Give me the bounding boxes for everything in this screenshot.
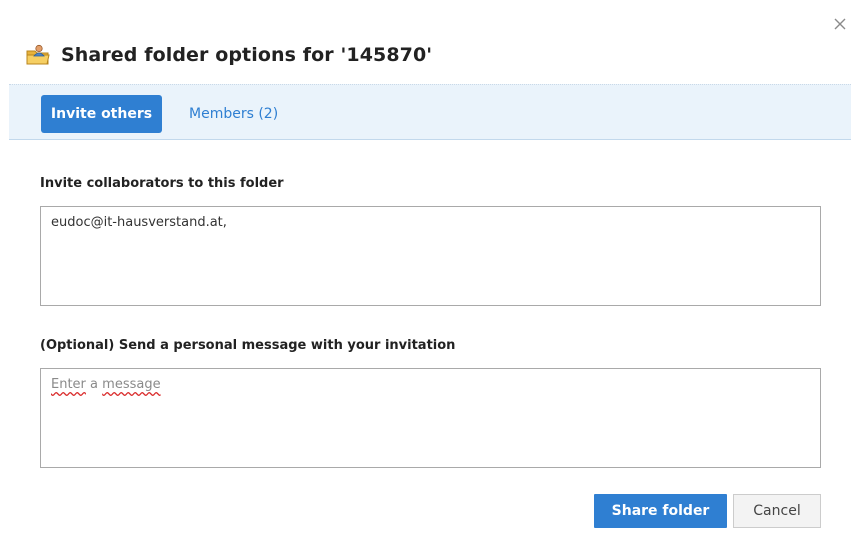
close-button[interactable]: [832, 16, 848, 32]
close-icon: [834, 18, 846, 30]
message-placeholder: Enter a message: [51, 377, 161, 392]
message-input[interactable]: Enter a message: [40, 368, 821, 468]
invite-emails-value: eudoc@it-hausverstand.at,: [51, 215, 227, 230]
message-label: (Optional) Send a personal message with …: [40, 338, 456, 353]
cancel-button[interactable]: Cancel: [733, 494, 821, 528]
invite-emails-input[interactable]: eudoc@it-hausverstand.at,: [40, 206, 821, 306]
tab-bar: Invite others Members (2): [9, 84, 851, 140]
shared-folder-icon: [26, 44, 50, 65]
dialog-header: Shared folder options for '145870': [26, 44, 432, 66]
tab-invite-others[interactable]: Invite others: [41, 95, 162, 133]
share-folder-button[interactable]: Share folder: [594, 494, 727, 528]
tab-members[interactable]: Members (2): [189, 95, 278, 133]
dialog-title: Shared folder options for '145870': [61, 44, 433, 66]
invite-label: Invite collaborators to this folder: [40, 176, 284, 191]
